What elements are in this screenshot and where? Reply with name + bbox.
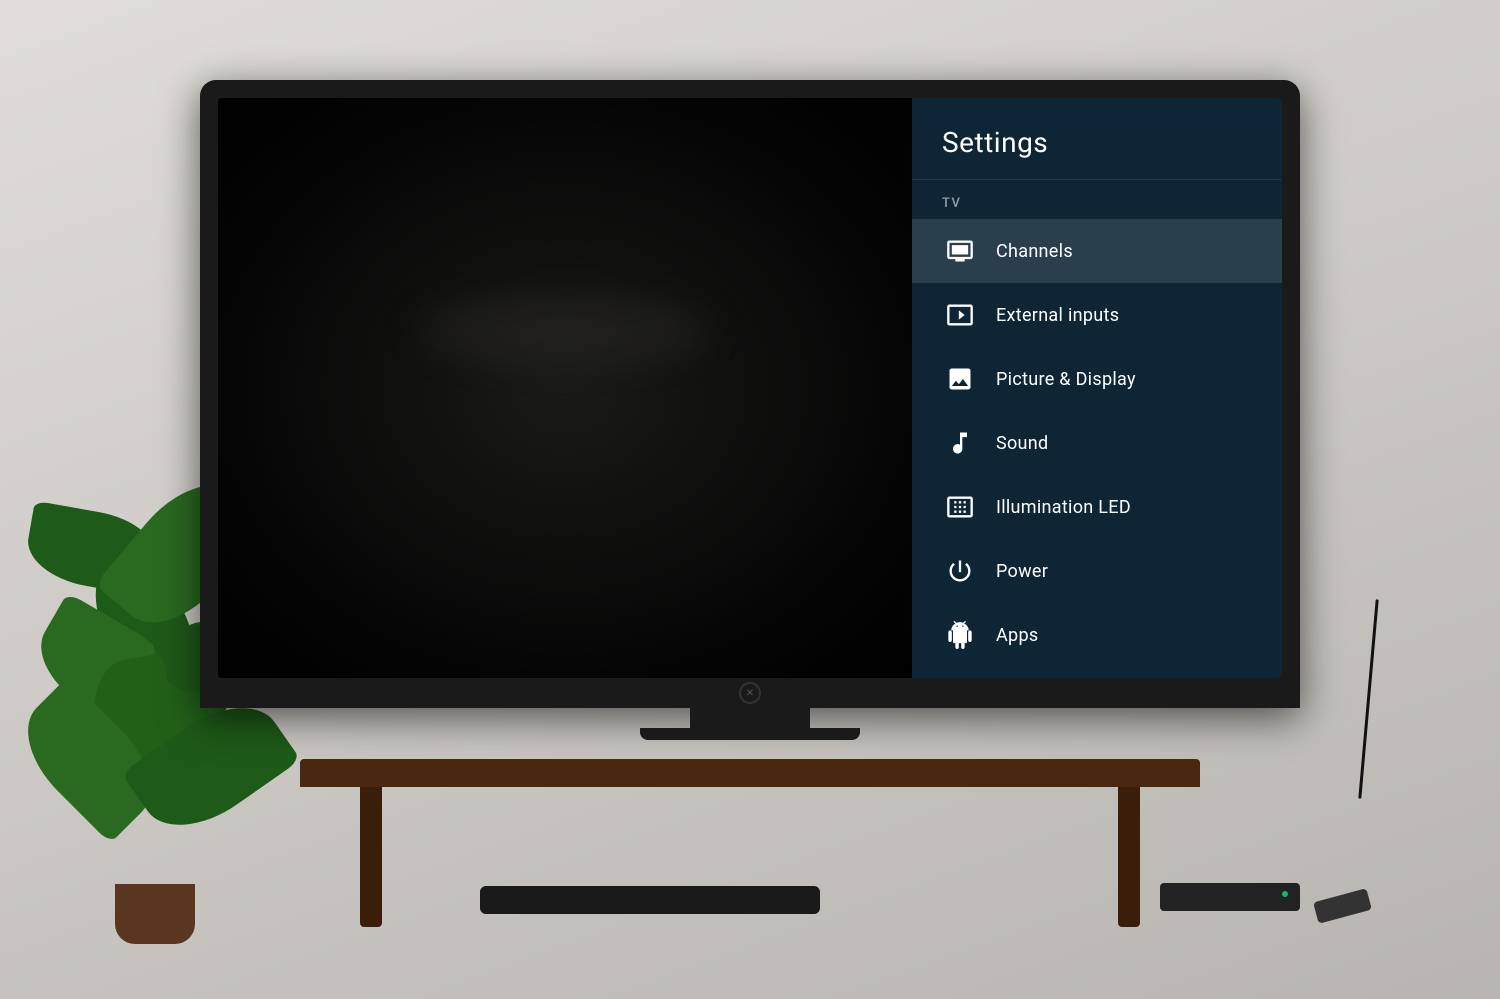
tv-stand-neck <box>690 708 810 728</box>
picture-icon <box>942 361 978 397</box>
tv-logo: ✕ <box>739 682 761 704</box>
input-icon <box>942 297 978 333</box>
tv-bottom-bar: ✕ <box>218 678 1282 708</box>
settings-panel: Settings TV Channels <box>912 98 1282 678</box>
settings-title: Settings <box>942 126 1048 159</box>
power-label: Power <box>996 561 1048 582</box>
menu-item-screen-saver[interactable]: Screen saver <box>912 667 1282 678</box>
menu-item-external-inputs[interactable]: External inputs <box>912 283 1282 347</box>
menu-item-power[interactable]: Power <box>912 539 1282 603</box>
apps-label: Apps <box>996 625 1038 646</box>
screen-glow <box>415 300 715 360</box>
sound-icon <box>942 425 978 461</box>
tv-screen-left <box>218 98 912 678</box>
table-top <box>300 759 1200 787</box>
section-tv-label: TV <box>912 180 1282 219</box>
tv-icon <box>942 233 978 269</box>
led-icon <box>942 489 978 525</box>
tv-frame: Settings TV Channels <box>200 80 1300 708</box>
tv: Settings TV Channels <box>200 80 1300 740</box>
set-top-box <box>1160 883 1300 911</box>
menu-item-picture-display[interactable]: Picture & Display <box>912 347 1282 411</box>
menu-item-apps[interactable]: Apps <box>912 603 1282 667</box>
menu-item-channels[interactable]: Channels <box>912 219 1282 283</box>
picture-display-label: Picture & Display <box>996 369 1136 390</box>
menu-item-sound[interactable]: Sound <box>912 411 1282 475</box>
settings-menu: Channels External inputs <box>912 219 1282 678</box>
menu-item-illumination-led[interactable]: Illumination LED <box>912 475 1282 539</box>
set-top-box-led <box>1282 891 1288 897</box>
soundbar <box>480 886 820 914</box>
table-leg-right <box>1118 787 1140 927</box>
tv-stand-base <box>640 728 860 740</box>
channels-label: Channels <box>996 241 1073 262</box>
tv-screen: Settings TV Channels <box>218 98 1282 678</box>
sound-label: Sound <box>996 433 1048 454</box>
illumination-led-label: Illumination LED <box>996 497 1131 518</box>
table-leg-left <box>360 787 382 927</box>
external-inputs-label: External inputs <box>996 305 1119 326</box>
android-icon <box>942 617 978 653</box>
settings-header: Settings <box>912 98 1282 180</box>
power-icon <box>942 553 978 589</box>
